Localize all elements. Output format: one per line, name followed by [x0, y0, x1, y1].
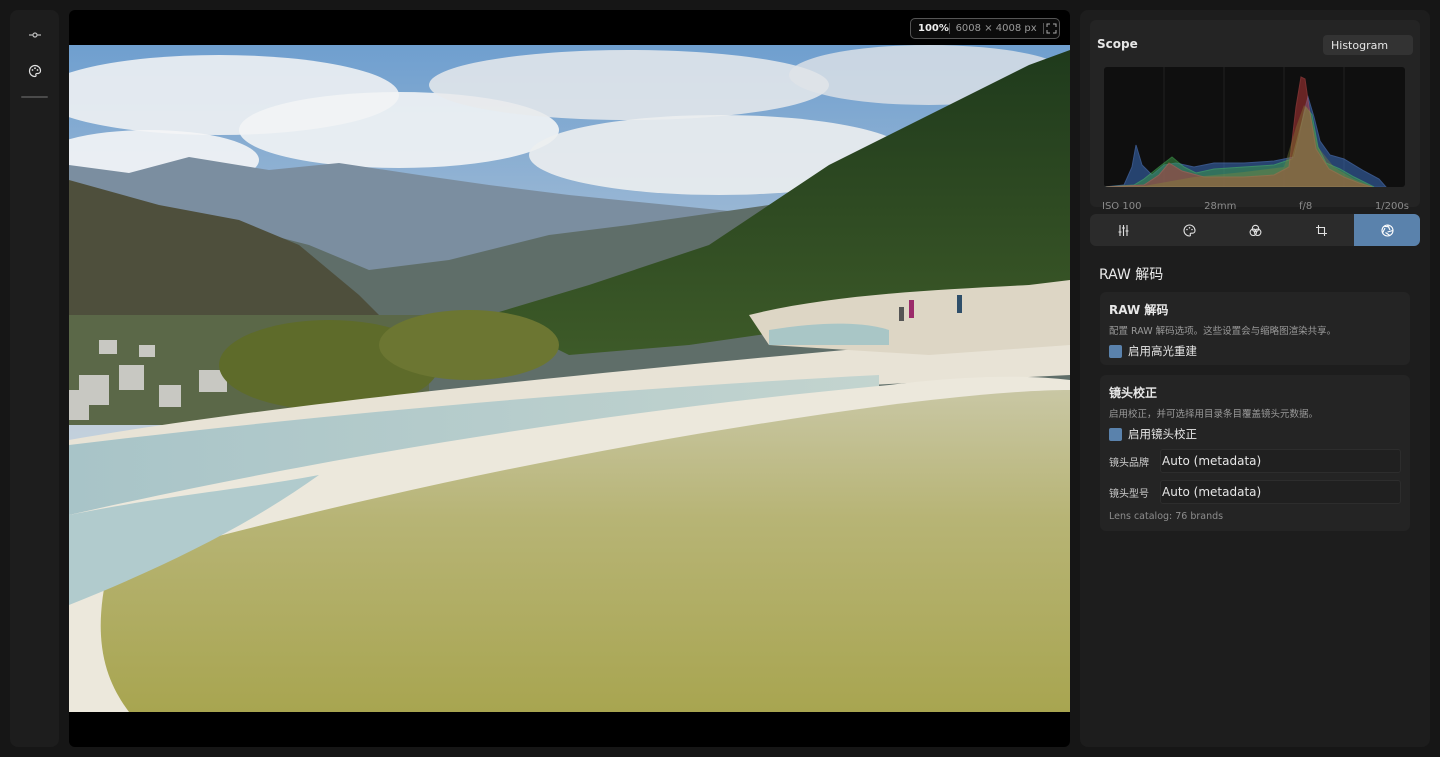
tab-adjustments[interactable]: [1090, 214, 1156, 246]
tool-tabs: [1090, 214, 1420, 246]
photo-canvas[interactable]: [69, 45, 1070, 712]
highlight-reconstruction-toggle[interactable]: 启用高光重建: [1109, 343, 1197, 359]
adjust-slider-icon[interactable]: [22, 22, 47, 47]
fullscreen-icon[interactable]: [1043, 19, 1059, 38]
lens-card-description: 启用校正，并可选择用目录条目覆盖镜头元数据。: [1109, 409, 1319, 420]
highlight-reconstruction-checkbox[interactable]: [1109, 344, 1122, 358]
highlight-reconstruction-label: 启用高光重建: [1128, 344, 1197, 358]
app-window: 100% 6008 × 4008 px Scope Histogram ISO …: [0, 0, 1440, 757]
lens-correction-checkbox[interactable]: [1109, 427, 1122, 441]
exif-focal-length: 28mm: [1204, 201, 1237, 212]
lens-catalog-info: Lens catalog: 76 brands: [1109, 511, 1224, 522]
tab-raw-decode[interactable]: [1354, 214, 1420, 246]
lens-model-row: 镜头型号 Auto (metadata): [1109, 480, 1401, 504]
lens-correction-card: 镜头校正 启用校正，并可选择用目录条目覆盖镜头元数据。 启用镜头校正 镜头品牌 …: [1100, 375, 1410, 531]
zoom-level[interactable]: 100%: [911, 23, 949, 34]
image-dimensions: 6008 × 4008 px: [955, 23, 1037, 34]
tab-crop[interactable]: [1288, 214, 1354, 246]
lens-brand-label: 镜头品牌: [1109, 457, 1149, 469]
raw-card-title: RAW 解码: [1109, 303, 1169, 317]
exif-bar: ISO 100 28mm f/8 1/200s: [1102, 201, 1409, 212]
left-rail: [10, 10, 59, 747]
sliders-icon: [1118, 224, 1128, 236]
exif-shutter: 1/200s: [1374, 201, 1409, 212]
aperture-icon: [1380, 223, 1394, 237]
lens-brand-row: 镜头品牌 Auto (metadata): [1109, 449, 1401, 473]
lens-correction-toggle[interactable]: 启用镜头校正: [1109, 426, 1197, 442]
exif-aperture: f/8: [1299, 201, 1313, 212]
scope-title: Scope: [1097, 37, 1138, 51]
color-mixer-icon: [1249, 224, 1261, 236]
scope-panel: Scope Histogram ISO 100 28mm f/8 1/200s: [1090, 20, 1420, 212]
histogram-chart: [1104, 67, 1405, 187]
crop-icon: [1315, 224, 1327, 236]
zoom-toolbar: 100% 6008 × 4008 px: [910, 18, 1060, 39]
scope-mode-select[interactable]: Histogram: [1323, 35, 1413, 55]
lens-correction-label: 启用镜头校正: [1128, 427, 1197, 441]
exif-iso: ISO 100: [1102, 201, 1142, 212]
palette-icon: [1183, 223, 1196, 237]
raw-decode-card: RAW 解码 配置 RAW 解码选项。这些设置会与缩略图渲染共享。 启用高光重建: [1100, 292, 1410, 365]
rail-divider: [21, 96, 48, 98]
raw-card-description: 配置 RAW 解码选项。这些设置会与缩略图渲染共享。: [1109, 326, 1337, 337]
section-title: RAW 解码: [1099, 267, 1164, 283]
right-panel: Scope Histogram ISO 100 28mm f/8 1/200s: [1080, 10, 1430, 747]
tab-color[interactable]: [1156, 214, 1222, 246]
lens-brand-select[interactable]: Auto (metadata): [1160, 449, 1401, 473]
tab-mixer[interactable]: [1222, 214, 1288, 246]
lens-model-select[interactable]: Auto (metadata): [1160, 480, 1401, 504]
image-viewer[interactable]: 100% 6008 × 4008 px: [69, 10, 1070, 747]
lens-model-label: 镜头型号: [1109, 488, 1149, 500]
lens-card-title: 镜头校正: [1109, 386, 1158, 400]
palette-icon[interactable]: [22, 58, 47, 83]
